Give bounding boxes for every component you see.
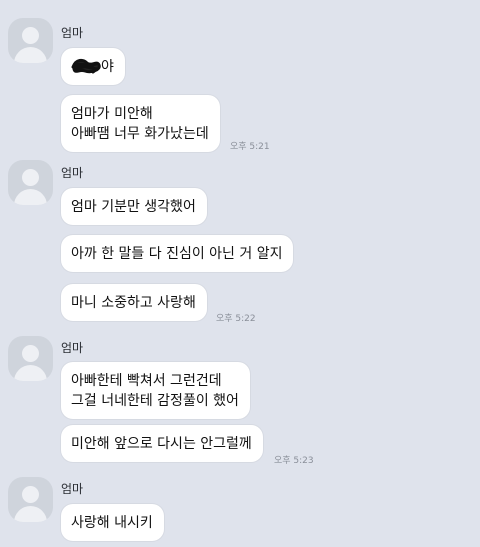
avatar[interactable]: [8, 477, 53, 522]
message-text: 사랑해 내시키: [71, 515, 153, 531]
sender-name: 엄마: [61, 341, 84, 355]
message-bubble[interactable]: 야: [61, 48, 125, 85]
sender-name: 엄마: [61, 482, 84, 496]
message-timestamp: 오후 5:21: [230, 142, 270, 152]
avatar[interactable]: [8, 18, 53, 63]
message-text: 야: [101, 59, 114, 75]
sender-name: 엄마: [61, 26, 84, 40]
message-bubble[interactable]: 사랑해 내시키: [61, 504, 164, 541]
message-text: 미안해 앞으로 다시는 안그럴께: [71, 436, 252, 452]
message-bubble[interactable]: 미안해 앞으로 다시는 안그럴께: [61, 425, 263, 462]
sender-name: 엄마: [61, 166, 84, 180]
message-text: 마니 소중하고 사랑해: [71, 295, 196, 311]
avatar[interactable]: [8, 160, 53, 205]
message-bubble[interactable]: 엄마가 미안해 아빠땜 너무 화가났는데: [61, 95, 220, 152]
message-bubble[interactable]: 아까 한 말들 다 진심이 아닌 거 알지: [61, 235, 294, 272]
message-bubble[interactable]: 엄마 기분만 생각했어: [61, 188, 207, 225]
message-text: 아빠땜 너무 화가났는데: [71, 126, 209, 142]
message-text: 엄마가 미안해: [71, 106, 153, 122]
message-text: 아까 한 말들 다 진심이 아닌 거 알지: [71, 246, 283, 262]
message-text: 엄마 기분만 생각했어: [71, 199, 196, 215]
message-timestamp: 오후 5:23: [274, 456, 314, 466]
message-text: 그걸 너네한테 감정풀이 했어: [71, 393, 239, 409]
chat-window: 엄마 야 엄마가 미안해 아빠땜 너무 화가났는데 오후 5:21 엄마 엄마 …: [0, 0, 480, 547]
message-bubble[interactable]: 마니 소중하고 사랑해: [61, 284, 207, 321]
message-bubble[interactable]: 아빠한테 빡쳐서 그런건데 그걸 너네한테 감정풀이 했어: [61, 362, 250, 419]
message-text: 아빠한테 빡쳐서 그런건데: [71, 373, 222, 389]
message-timestamp: 오후 5:22: [216, 314, 256, 324]
redaction-scribble-icon: [71, 58, 101, 74]
avatar[interactable]: [8, 336, 53, 381]
